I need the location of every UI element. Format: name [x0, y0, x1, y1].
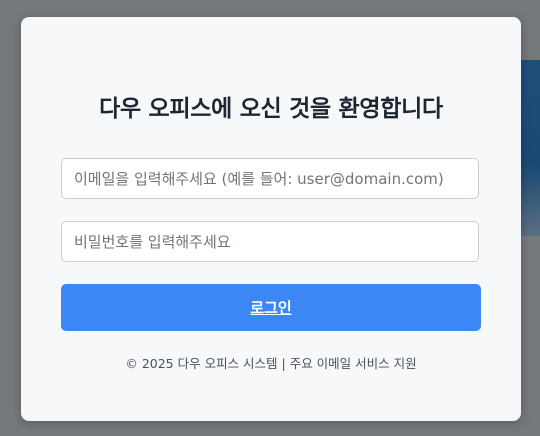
page-title: 다우 오피스에 오신 것을 환영합니다: [99, 96, 443, 122]
email-field[interactable]: [61, 158, 479, 199]
page-backdrop: 다우 오피스에 오신 것을 환영합니다 로그인 © 2025 다우 오피스 시스…: [0, 0, 540, 436]
password-field[interactable]: [61, 221, 479, 262]
login-button[interactable]: 로그인: [61, 284, 481, 331]
login-dialog: 다우 오피스에 오신 것을 환영합니다 로그인 © 2025 다우 오피스 시스…: [21, 17, 521, 421]
footer-copyright: © 2025 다우 오피스 시스템 | 주요 이메일 서비스 지원: [125, 356, 417, 371]
